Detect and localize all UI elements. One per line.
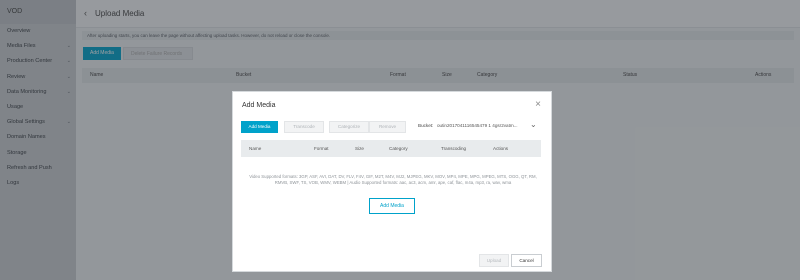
categorize-button[interactable]: Categorize — [329, 121, 369, 133]
column-name: Name — [249, 146, 262, 151]
bucket-label: Bucket: — [418, 123, 434, 128]
add-media-outline-button[interactable]: Add Media — [369, 198, 415, 214]
bucket-select[interactable]: outin2017041116545479 1 4gsr2vatm... — [437, 123, 527, 128]
close-icon[interactable]: × — [535, 100, 541, 110]
chevron-down-icon[interactable]: ⌄ — [530, 120, 537, 129]
column-size: Size — [355, 146, 364, 151]
add-media-dialog: Add Media × Add Media Transcode Categori… — [232, 91, 552, 272]
column-actions: Actions — [493, 146, 509, 151]
dialog-table-header: Name Format Size Category Transcoding Ac… — [241, 140, 541, 157]
column-format: Format — [314, 146, 329, 151]
column-category: Category — [389, 146, 408, 151]
column-transcoding: Transcoding — [441, 146, 467, 151]
remove-button[interactable]: Remove — [369, 121, 406, 133]
supported-formats-text: Video Supported formats: 3GP, ASF, AVI, … — [249, 174, 537, 186]
dialog-add-media-button[interactable]: Add Media — [241, 121, 278, 133]
upload-button[interactable]: Upload — [479, 254, 509, 267]
transcode-button[interactable]: Transcode — [284, 121, 324, 133]
dialog-title: Add Media — [242, 102, 276, 109]
cancel-button[interactable]: Cancel — [511, 254, 542, 267]
